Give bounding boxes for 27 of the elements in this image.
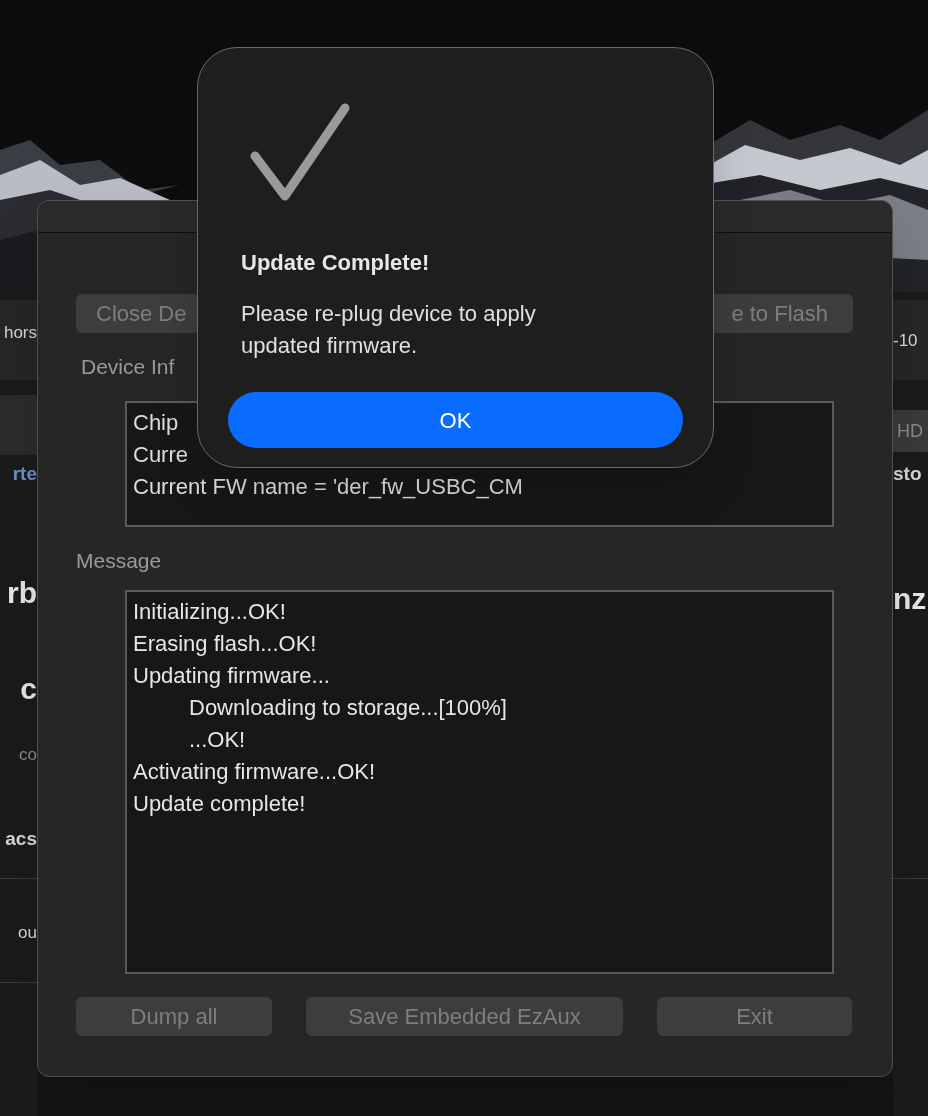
log-line: Initializing...OK!: [133, 598, 286, 626]
section-label: Message: [76, 548, 163, 574]
page-text: c: [20, 671, 37, 707]
page-text[interactable]: rte: [12, 462, 37, 486]
page-text: nz: [893, 581, 927, 617]
page-text: sto: [893, 462, 922, 486]
page-text: ou: [18, 922, 37, 944]
page-text: hors: [3, 322, 37, 344]
page-text: co: [19, 744, 37, 766]
section-label: Device Inf: [81, 354, 176, 380]
log-line: Updating firmware...: [133, 662, 330, 690]
page-text: -10: [893, 330, 918, 352]
page-text: acs: [5, 827, 37, 851]
checkmark-icon: [249, 102, 351, 202]
info-line: Curre: [133, 441, 188, 469]
log-line: Downloading to storage...[100%]: [188, 694, 507, 722]
ok-button[interactable]: OK: [228, 392, 683, 448]
alert-message: Please re-plug device to apply updated firmware.: [241, 300, 537, 360]
info-line: Current FW name = 'der_fw_USBC_CM: [133, 473, 523, 501]
header-button[interactable]: HD: [893, 410, 928, 452]
log-line: Update complete!: [133, 790, 306, 818]
log-line: Activating firmware...OK!: [133, 758, 376, 786]
page-text: rb: [7, 575, 37, 611]
log-line: ...OK!: [188, 726, 246, 754]
alert-title: Update Complete!: [241, 249, 430, 277]
info-line: Chip: [133, 409, 179, 437]
log-line: Erasing flash...OK!: [133, 630, 317, 658]
